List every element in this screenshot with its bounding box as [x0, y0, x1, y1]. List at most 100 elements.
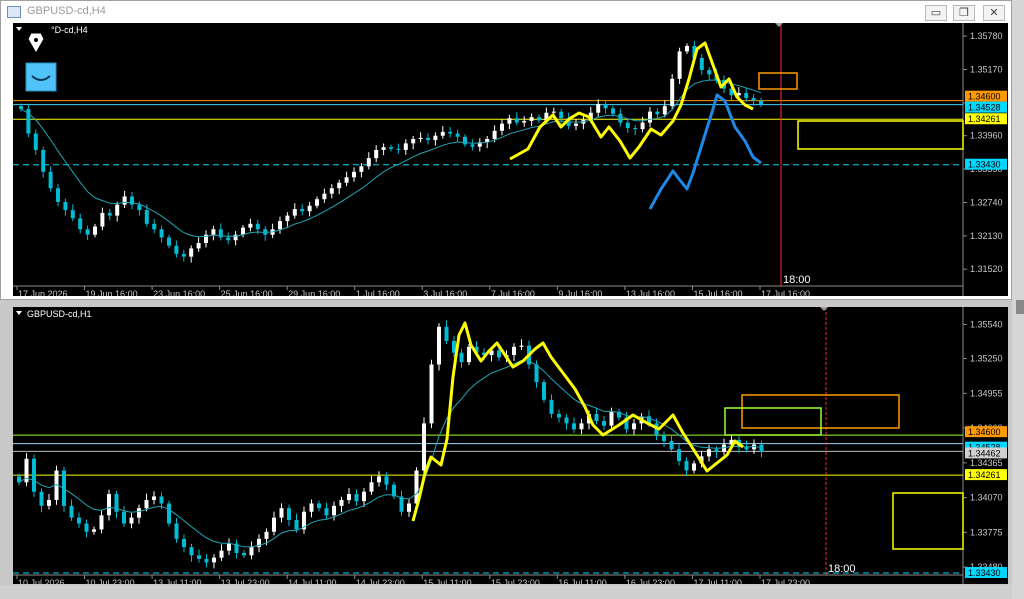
- x-tick-label: 10 Jul 2026: [18, 578, 65, 584]
- candle-body: [264, 531, 269, 539]
- chart-menu-icon: [16, 311, 22, 315]
- y-tick-label: 1.34365: [970, 458, 1003, 468]
- x-tick-label: 1 Jul 16:00: [356, 289, 400, 296]
- candle-body: [463, 136, 467, 145]
- candle-body: [309, 503, 314, 512]
- candle-body: [507, 118, 512, 124]
- x-tick-label: 23 Jun 16:00: [153, 289, 205, 296]
- pen-nib-hole: [34, 38, 38, 42]
- candle-body: [759, 100, 763, 105]
- close-button[interactable]: ✕: [983, 5, 1005, 21]
- candle-body: [292, 209, 297, 216]
- candle-body: [381, 147, 386, 150]
- candle-body: [602, 421, 606, 426]
- candle-body: [437, 326, 441, 365]
- price-label: 1.34261: [968, 114, 1001, 124]
- candle-body: [692, 463, 696, 471]
- candle-body: [144, 210, 149, 224]
- y-tick-label: 1.34070: [970, 493, 1003, 503]
- candle-body: [129, 517, 134, 524]
- candle-body: [69, 505, 74, 518]
- price-label: 1.34600: [968, 92, 1001, 102]
- candle-body: [611, 108, 615, 114]
- candle-body: [248, 223, 253, 228]
- candle-body: [339, 499, 344, 506]
- price-label: 1.34528: [968, 103, 1001, 113]
- candle-body: [63, 201, 68, 211]
- x-tick-label: 14 Jul 11:00: [288, 578, 336, 584]
- candle-body: [542, 382, 546, 400]
- candle-body: [514, 118, 519, 123]
- candle-body: [324, 508, 329, 516]
- candle-body: [219, 550, 224, 558]
- candle-body: [322, 193, 327, 200]
- candle-body: [411, 138, 416, 144]
- candle-body: [85, 229, 90, 235]
- price-label: 1.34600: [968, 427, 1001, 437]
- price-label: 1.34261: [968, 470, 1001, 480]
- candle-body: [551, 111, 556, 113]
- candle-body: [707, 70, 712, 75]
- candle-body: [39, 491, 44, 506]
- h1-chart-svg[interactable]: 1.355401.352501.349551.346601.343651.340…: [13, 307, 1008, 584]
- candle-body: [549, 399, 554, 414]
- candle-body: [564, 417, 569, 424]
- x-tick-label: 16 Jul 11:00: [558, 578, 606, 584]
- h4-chart-svg[interactable]: 1.357801.351701.345601.339601.333501.327…: [13, 23, 1008, 296]
- candle-body: [100, 212, 105, 227]
- chart-symbol-label: GBPUSD-cd,H1: [27, 309, 92, 319]
- candle-body: [84, 523, 89, 532]
- candle-body: [648, 111, 652, 123]
- chart-symbol-label: °D-cd,H4: [51, 25, 88, 35]
- candle-body: [512, 346, 516, 356]
- candle-body: [751, 97, 756, 101]
- x-tick-label: 9 Jul 16:00: [558, 289, 602, 296]
- price-label: 1.34462: [968, 448, 1001, 458]
- candle-body: [115, 204, 120, 216]
- candle-body: [362, 491, 366, 502]
- candle-body: [707, 449, 711, 457]
- candle-body: [152, 496, 156, 500]
- candle-body: [579, 423, 584, 430]
- candle-body: [455, 133, 460, 137]
- candle-body: [272, 517, 276, 532]
- candle-body: [537, 117, 541, 121]
- candle-body: [122, 511, 126, 524]
- candle-body: [684, 461, 689, 471]
- candle-body: [625, 122, 630, 129]
- window-title: GBPUSD-cd,H4: [27, 5, 106, 17]
- candle-body: [497, 350, 501, 358]
- window-titlebar[interactable]: GBPUSD-cd,H4 ▭ ❐ ✕: [1, 1, 1011, 23]
- candle-body: [189, 547, 194, 556]
- candle-body: [41, 149, 46, 172]
- x-tick-label: 17 Jul 16:00: [761, 289, 810, 296]
- shift-marker-icon: [820, 307, 828, 311]
- candle-body: [369, 482, 374, 492]
- y-tick-label: 1.31520: [970, 264, 1003, 274]
- chart-window-icon: [7, 6, 21, 18]
- x-tick-label: 10 Jul 23:00: [86, 578, 135, 584]
- x-tick-label: 7 Jul 16:00: [491, 289, 535, 296]
- candle-body: [78, 218, 83, 230]
- candle-body: [159, 229, 164, 238]
- candle-body: [596, 103, 601, 113]
- candle-body: [279, 508, 284, 518]
- candle-body: [242, 552, 246, 556]
- h1-chart-panel[interactable]: 1.355401.352501.349551.346601.343651.340…: [13, 307, 1008, 584]
- candle-body: [685, 45, 689, 52]
- minimize-button[interactable]: ▭: [925, 5, 947, 21]
- scrollbar-thumb[interactable]: [1016, 300, 1024, 314]
- candle-body: [759, 444, 764, 452]
- candle-body: [529, 117, 534, 121]
- candle-body: [167, 237, 171, 246]
- candle-body: [470, 144, 475, 147]
- shift-marker-icon: [775, 23, 783, 27]
- x-tick-label: 13 Jul 23:00: [221, 578, 270, 584]
- candle-body: [467, 346, 471, 363]
- candle-body: [374, 149, 379, 159]
- h4-chart-panel[interactable]: 1.357801.351701.345601.339601.333501.327…: [13, 23, 1008, 296]
- candle-body: [19, 106, 23, 109]
- restore-button[interactable]: ❐: [953, 5, 975, 21]
- candle-body: [655, 111, 660, 115]
- candle-body: [594, 413, 599, 422]
